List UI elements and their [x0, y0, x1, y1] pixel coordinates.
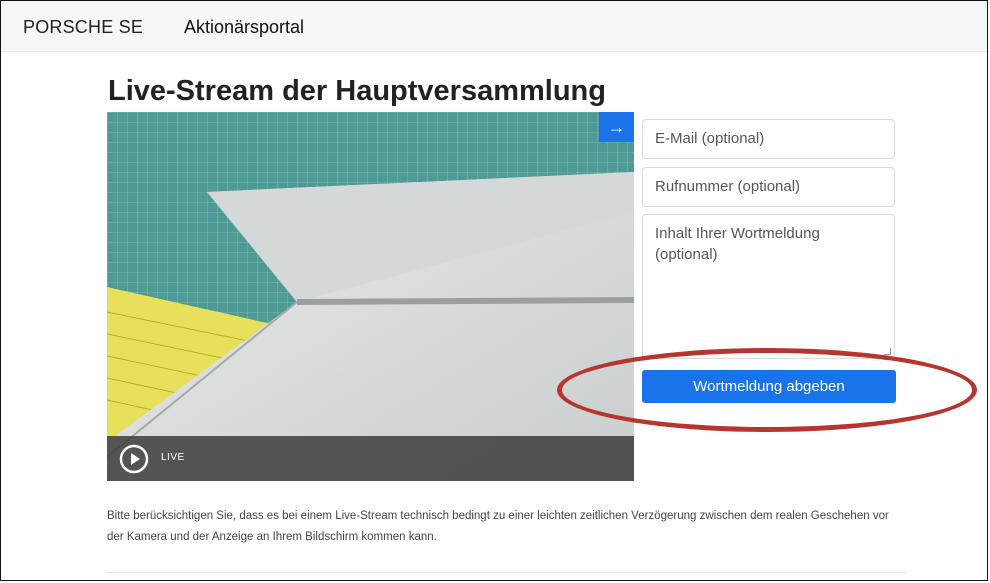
submit-button[interactable]: Wortmeldung abgeben	[642, 370, 896, 403]
arrow-right-icon[interactable]: →	[599, 112, 634, 142]
portal-name[interactable]: Aktionärsportal	[184, 17, 304, 38]
message-textarea[interactable]: Inhalt Ihrer Wortmeldung (optional)	[642, 214, 895, 359]
video-control-bar: LIVE	[107, 436, 634, 481]
email-field[interactable]: E-Mail (optional)	[642, 119, 895, 159]
video-player[interactable]: LIVE	[107, 112, 634, 481]
live-label: LIVE	[161, 452, 185, 463]
brand-logo[interactable]: PORSCHE SE	[23, 17, 143, 38]
phone-field[interactable]: Rufnummer (optional)	[642, 167, 895, 207]
video-frame	[107, 112, 634, 481]
top-navigation-bar: PORSCHE SE Aktionärsportal	[1, 1, 987, 52]
message-placeholder: Inhalt Ihrer Wortmeldung (optional)	[655, 225, 820, 263]
delay-notice: Bitte berücksichtigen Sie, dass es bei e…	[107, 510, 889, 543]
page-title: Live-Stream der Hauptversammlung	[108, 75, 606, 107]
browser-frame: PORSCHE SE Aktionärsportal Live-Stream d…	[0, 0, 988, 581]
divider	[107, 572, 907, 573]
play-icon[interactable]	[119, 444, 149, 474]
resize-handle[interactable]	[884, 348, 891, 355]
